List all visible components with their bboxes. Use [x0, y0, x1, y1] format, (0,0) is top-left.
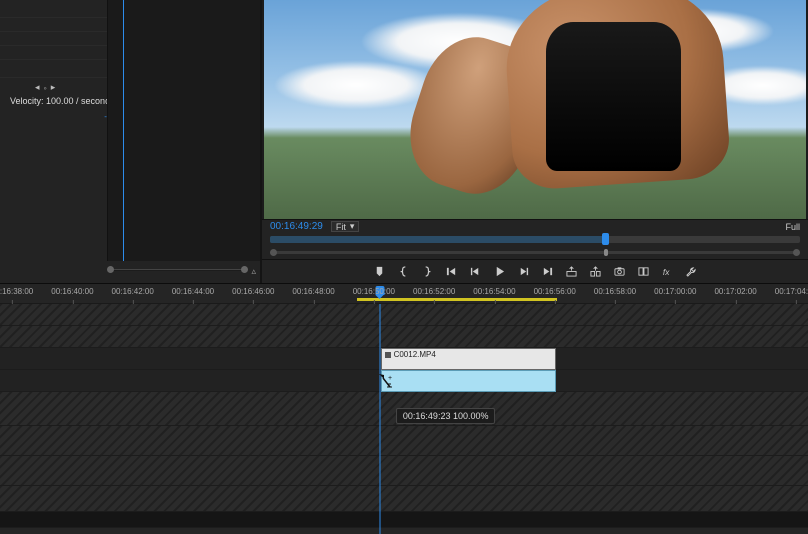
zoom-thumb[interactable]: [604, 249, 608, 256]
extract-button[interactable]: [588, 265, 602, 279]
ruler-tick: 00:16:40:00: [51, 287, 93, 296]
program-resolution-label[interactable]: Full: [785, 222, 800, 232]
mark-in-button[interactable]: [396, 265, 410, 279]
play-toggle-button[interactable]: [492, 265, 506, 279]
program-zoom-bar[interactable]: [262, 247, 808, 259]
ruler-tick: 00:17:00:00: [654, 287, 696, 296]
ruler-tick: 00:16:48:00: [292, 287, 334, 296]
go-to-out-button[interactable]: [540, 265, 554, 279]
ruler-tick: 00:16:42:00: [112, 287, 154, 296]
track-a5[interactable]: [0, 486, 808, 512]
velocity-label: Velocity: 100.00 / second: [10, 96, 110, 106]
ruler-tick: 00:17:04:00: [775, 287, 808, 296]
zoom-handle-left[interactable]: [270, 249, 277, 256]
ruler-tick: 00:16:50:00: [353, 287, 395, 296]
svg-text:fx: fx: [662, 268, 669, 277]
graph-zoom-handle-right[interactable]: [241, 266, 248, 273]
ruler-tick: 00:16:58:00: [594, 287, 636, 296]
ruler-tick: 00:17:02:00: [714, 287, 756, 296]
program-monitor: 00:16:49:29 Fit ▾ Full fx: [261, 0, 808, 283]
track-v3[interactable]: [0, 304, 808, 326]
track-a3[interactable]: [0, 426, 808, 456]
lift-button[interactable]: [564, 265, 578, 279]
track-v2[interactable]: [0, 326, 808, 348]
toggle-fx-button[interactable]: fx: [660, 265, 674, 279]
chevron-down-icon: ▾: [350, 221, 355, 232]
effect-controls-panel: ◂ ◦ ▸ ◂ ◦ ▸ Velocity: 100.00 / second 2.…: [0, 0, 261, 283]
graph-playhead[interactable]: [123, 0, 124, 261]
comparison-button[interactable]: [636, 265, 650, 279]
ruler-tick: 00:16:38:00: [0, 287, 33, 296]
in-out-range[interactable]: [357, 298, 557, 301]
graph-toggle-icon[interactable]: ▵: [251, 266, 256, 277]
ruler-tick: 00:16:56:00: [534, 287, 576, 296]
track-a4[interactable]: [0, 456, 808, 486]
ruler-tick: 00:16:44:00: [172, 287, 214, 296]
timeline-panel: 00:16:38:00 00:16:40:00 00:16:42:00 00:16:4…: [0, 283, 808, 534]
program-timecode[interactable]: 00:16:49:29: [270, 221, 323, 232]
kf-add-icon[interactable]: ◦: [44, 83, 47, 93]
go-to-in-button[interactable]: [444, 265, 458, 279]
ruler-tick: 00:16:54:00: [473, 287, 515, 296]
mark-out-button[interactable]: [420, 265, 434, 279]
step-back-button[interactable]: [468, 265, 482, 279]
clip-video[interactable]: C0012.MP4: [381, 348, 556, 370]
timeline-tracks[interactable]: C0012.MP4 + 00:16:49:23 100.00%: [0, 304, 808, 534]
program-zoom-select[interactable]: Fit ▾: [331, 221, 360, 232]
add-marker-button[interactable]: [372, 265, 386, 279]
program-scrub-playhead[interactable]: [602, 233, 609, 245]
transport-bar: fx: [262, 259, 808, 283]
keyframe-nav[interactable]: ◂ ◦ ▸: [35, 82, 55, 93]
program-zoom-label: Fit: [336, 222, 346, 232]
export-frame-button[interactable]: [612, 265, 626, 279]
clip-name: C0012.MP4: [394, 350, 436, 359]
ruler-tick: 00:16:52:00: [413, 287, 455, 296]
track-master[interactable]: [0, 512, 808, 528]
clip-fx-icon: [385, 352, 391, 358]
program-scrub-bar[interactable]: [262, 233, 808, 247]
kf-prev-icon[interactable]: ◂: [35, 82, 40, 93]
effect-graph-area[interactable]: [107, 0, 260, 261]
ruler-tick: 00:16:46:00: [232, 287, 274, 296]
time-ruler[interactable]: 00:16:38:00 00:16:40:00 00:16:42:00 00:16:4…: [0, 284, 808, 304]
zoom-handle-right[interactable]: [793, 249, 800, 256]
graph-zoom-handle-left[interactable]: [107, 266, 114, 273]
step-forward-button[interactable]: [516, 265, 530, 279]
settings-button[interactable]: [684, 265, 698, 279]
rate-stretch-tooltip: 00:16:49:23 100.00%: [396, 408, 496, 424]
kf-next-icon[interactable]: ▸: [51, 82, 56, 93]
program-viewer[interactable]: [264, 0, 806, 219]
clip-audio[interactable]: [381, 370, 556, 392]
timeline-playhead-line[interactable]: [379, 304, 380, 534]
graph-zoom-scroll[interactable]: [107, 265, 248, 275]
